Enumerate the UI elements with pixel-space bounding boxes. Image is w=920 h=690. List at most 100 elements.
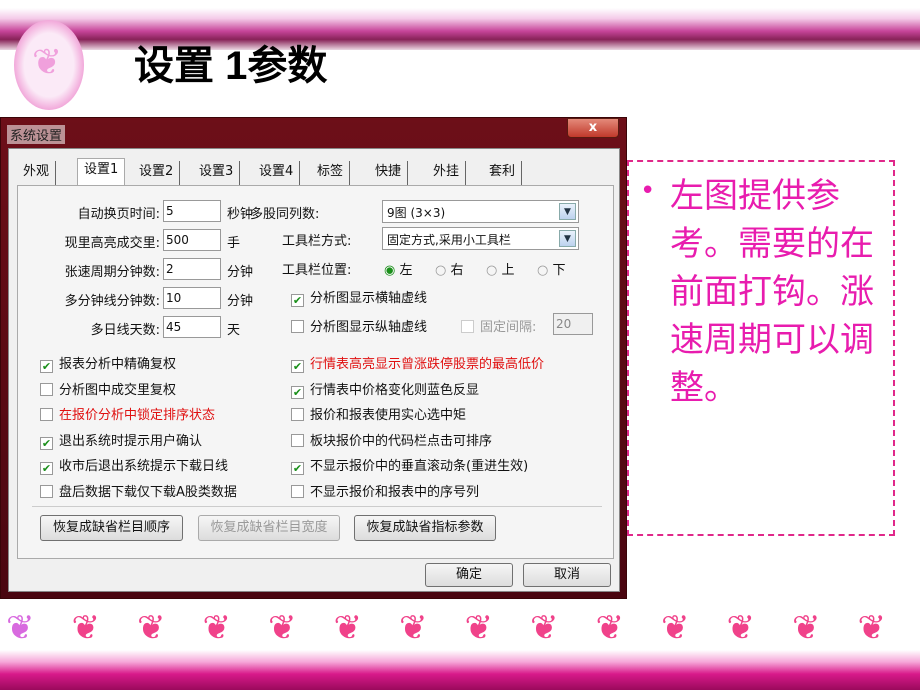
checkbox-box[interactable]: ✔ <box>291 294 304 307</box>
tab-0[interactable]: 外观 <box>17 161 57 185</box>
field-label: 多分钟线分钟数: <box>64 294 160 309</box>
fixed-interval-input[interactable]: 20 <box>553 313 593 335</box>
option-label: 在报价分析中锁定排序状态 <box>59 408 216 423</box>
tab-6[interactable]: 快捷 <box>369 161 409 185</box>
butterfly-icon: ❦ <box>595 608 625 648</box>
checkbox-box[interactable]: ✔ <box>291 360 304 373</box>
grid-v-checkbox[interactable]: 分析图显示纵轴虚线 <box>291 316 427 335</box>
footer-band <box>0 650 920 690</box>
option-label: 分析图中成交里复权 <box>59 382 177 398</box>
butterfly-icon: ❦ <box>399 608 428 648</box>
option-checkbox[interactable]: ✔ 行情表高亮显示曾涨跌停股票的最高低价 <box>291 353 544 373</box>
checkbox-box[interactable]: ✔ <box>291 462 304 475</box>
option-checkbox[interactable]: 分析图中成交里复权 <box>40 379 176 398</box>
option-checkbox[interactable]: 报价和报表使用实心选中矩 <box>291 404 466 423</box>
tab-8[interactable]: 套利 <box>483 161 523 185</box>
close-button[interactable]: x <box>567 118 619 138</box>
option-checkbox[interactable]: ✔ 不显示报价中的垂直滚动条(重进生效) <box>291 455 528 475</box>
toolbar-mode-select[interactable]: 固定方式,采用小工具栏 ▼ <box>382 227 579 250</box>
butterfly-icon: ❦ <box>661 608 690 648</box>
option-label: 不显示报价中的垂直滚动条(重进生效) <box>310 459 529 474</box>
toolbar-mode-label: 工具栏方式: <box>282 234 352 249</box>
slide-title: 设置 1参数 <box>134 44 328 88</box>
field-input[interactable]: 10 <box>163 287 221 309</box>
butterfly-icon: ❦ <box>464 608 494 648</box>
checkbox-box[interactable] <box>291 433 304 447</box>
checkbox-box[interactable] <box>291 408 304 421</box>
option-checkbox[interactable]: ✔ 收市后退出系统提示下载日线 <box>40 455 228 475</box>
checkbox-box[interactable]: ✔ <box>291 385 304 399</box>
grid-h-checkbox[interactable]: ✔ 分析图显示横轴虚线 <box>291 287 427 307</box>
radio-label: 右 <box>450 263 464 278</box>
option-checkbox[interactable]: 盘后数据下载仅下载A股类数据 <box>40 481 237 500</box>
restore-width-button[interactable]: 恢复成缺省栏目宽度 <box>198 515 340 541</box>
checkbox-box[interactable] <box>40 408 53 421</box>
option-checkbox[interactable]: 不显示报价和报表中的序号列 <box>291 481 479 500</box>
checkbox-box[interactable] <box>291 320 304 333</box>
system-settings-dialog: 系统设置 x 外观 设置1 设置2 设置3 设置4 标签 快捷 外挂 套利 自动换页时间: 5 秒钟… <box>0 117 627 599</box>
option-label: 盘后数据下载仅下载A股类数据 <box>59 484 237 500</box>
butterfly-icon: ❦ <box>726 608 756 648</box>
checkbox-box[interactable]: ✔ <box>40 436 53 450</box>
option-label: 行情表高亮显示曾涨跌停股票的最高低价 <box>310 357 545 372</box>
tab-1[interactable]: 设置1 <box>77 158 126 186</box>
toolbar-pos-radio[interactable]: ◉ 左 <box>384 259 413 278</box>
note-text: 左图提供参考。需要的在前面打钩。涨速周期可以调整。 <box>670 176 874 408</box>
field-label: 张速周期分钟数: <box>64 265 160 280</box>
checkbox-box[interactable] <box>461 320 474 333</box>
checkbox-box[interactable] <box>40 484 53 498</box>
chevron-down-icon[interactable]: ▼ <box>559 203 576 220</box>
bullet: • <box>640 176 656 206</box>
radio-icon[interactable]: ○ <box>435 263 446 278</box>
option-checkbox[interactable]: ✔ 报表分析中精确复权 <box>40 353 176 373</box>
field-input[interactable]: 2 <box>163 258 221 280</box>
multi-cols-value: 9图 (3×3) <box>387 206 446 220</box>
option-label: 不显示报价和报表中的序号列 <box>310 484 480 500</box>
butterfly-icon: ❦ <box>333 608 363 648</box>
option-label: 行情表中价格变化则蓝色反显 <box>310 382 480 398</box>
restore-params-button[interactable]: 恢复成缺省指标参数 <box>354 515 496 541</box>
option-label: 退出系统时提示用户确认 <box>59 433 203 449</box>
butterfly-icon: ❦ <box>71 608 101 648</box>
restore-order-button[interactable]: 恢复成缺省栏目顺序 <box>40 515 183 541</box>
chevron-down-icon[interactable]: ▼ <box>559 230 576 247</box>
option-checkbox[interactable]: 板块报价中的代码栏点击可排序 <box>291 430 492 449</box>
checkbox-box[interactable]: ✔ <box>40 462 53 475</box>
ok-button[interactable]: 确定 <box>425 563 513 587</box>
field-unit: 手 <box>227 236 241 251</box>
multi-cols-select[interactable]: 9图 (3×3) ▼ <box>382 200 579 223</box>
field-input[interactable]: 500 <box>163 229 221 251</box>
field-input[interactable]: 45 <box>163 316 221 338</box>
field-unit: 天 <box>227 323 241 338</box>
butterfly-icon: ❦ <box>6 608 35 648</box>
field-input[interactable]: 5 <box>163 200 221 222</box>
tab-2[interactable]: 设置2 <box>133 161 181 185</box>
option-checkbox[interactable]: ✔ 行情表中价格变化则蓝色反显 <box>291 379 479 399</box>
field-unit: 分钟 <box>227 265 254 280</box>
grid-h-label: 分析图显示横轴虚线 <box>310 291 428 306</box>
radio-label: 上 <box>501 263 515 278</box>
radio-icon[interactable]: ◉ <box>384 263 395 278</box>
radio-icon[interactable]: ○ <box>537 263 548 278</box>
divider <box>32 506 602 507</box>
field-label: 自动换页时间: <box>77 207 160 222</box>
butterfly-icon: ❦ <box>268 608 297 648</box>
cancel-button[interactable]: 取消 <box>523 563 611 587</box>
checkbox-box[interactable] <box>291 484 304 498</box>
toolbar-pos-radio[interactable]: ○ 下 <box>537 259 566 278</box>
tab-3[interactable]: 设置3 <box>193 161 241 185</box>
tab-7[interactable]: 外挂 <box>427 161 467 185</box>
radio-icon[interactable]: ○ <box>486 263 497 278</box>
toolbar-pos-radio[interactable]: ○ 上 <box>486 259 515 278</box>
option-checkbox[interactable]: 在报价分析中锁定排序状态 <box>40 404 215 423</box>
radio-label: 左 <box>399 263 413 278</box>
tab-5[interactable]: 标签 <box>311 161 351 185</box>
checkbox-box[interactable] <box>40 382 53 396</box>
option-checkbox[interactable]: ✔ 退出系统时提示用户确认 <box>40 430 202 450</box>
toolbar-pos-radio[interactable]: ○ 右 <box>435 259 464 278</box>
tab-4[interactable]: 设置4 <box>253 161 301 185</box>
butterfly-icon: ❦ <box>530 608 559 648</box>
checkbox-box[interactable]: ✔ <box>40 360 53 373</box>
multi-cols-label: 多股同列数: <box>250 207 320 222</box>
fixed-interval-checkbox[interactable]: 固定间隔: <box>461 316 536 335</box>
